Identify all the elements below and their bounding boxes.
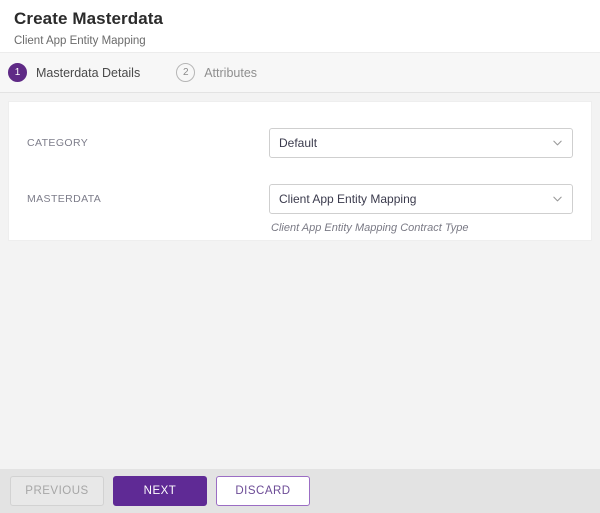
- category-select-value: Default: [279, 136, 318, 150]
- step-2-number-badge: 2: [176, 63, 196, 82]
- step-1-label: Masterdata Details: [36, 65, 141, 80]
- step-attributes[interactable]: 2 Attributes: [176, 63, 257, 82]
- previous-button[interactable]: PREVIOUS: [10, 476, 104, 506]
- masterdata-select-value: Client App Entity Mapping: [279, 192, 417, 206]
- chevron-down-icon: [552, 138, 563, 149]
- step-masterdata-details[interactable]: 1 Masterdata Details: [8, 63, 140, 82]
- form-row-category: CATEGORY Default: [9, 128, 591, 158]
- page-subtitle: Client App Entity Mapping: [14, 35, 146, 47]
- page-header: Create Masterdata Client App Entity Mapp…: [0, 0, 600, 52]
- chevron-down-icon: [552, 194, 563, 205]
- wizard-footer: PREVIOUS NEXT DISCARD: [0, 469, 600, 513]
- page-title: Create Masterdata: [14, 9, 164, 28]
- step-1-number-badge: 1: [8, 63, 27, 82]
- next-button[interactable]: NEXT: [113, 476, 207, 506]
- category-label: CATEGORY: [27, 137, 89, 149]
- category-field-wrapper: Default: [269, 128, 573, 158]
- masterdata-select[interactable]: Client App Entity Mapping: [269, 184, 573, 214]
- step-2-label: Attributes: [204, 65, 258, 80]
- form-row-masterdata: MASTERDATA Client App Entity Mapping Cli…: [9, 184, 591, 234]
- masterdata-label: MASTERDATA: [27, 193, 102, 205]
- discard-button[interactable]: DISCARD: [216, 476, 310, 506]
- category-select[interactable]: Default: [269, 128, 573, 158]
- masterdata-helper-text: Client App Entity Mapping Contract Type: [271, 222, 469, 234]
- wizard-stepper: 1 Masterdata Details 2 Attributes: [0, 52, 600, 93]
- masterdata-field-wrapper: Client App Entity Mapping Client App Ent…: [269, 184, 573, 234]
- masterdata-details-card: CATEGORY Default MASTERDATA Client App E…: [8, 101, 592, 241]
